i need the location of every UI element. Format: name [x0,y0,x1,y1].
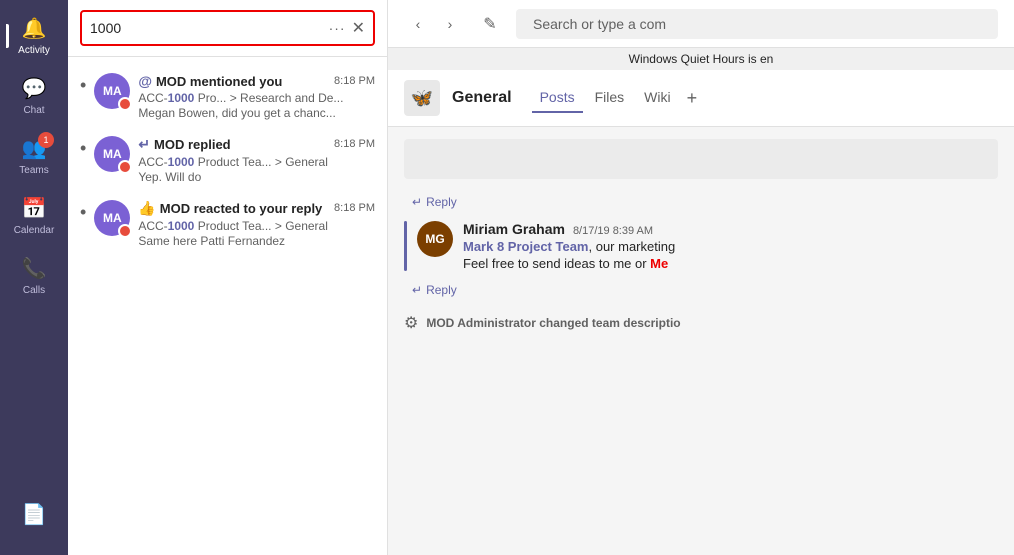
search-input[interactable] [90,20,323,36]
tab-posts[interactable]: Posts [532,83,583,113]
avatar-status-badge [118,97,132,111]
message-content: Miriam Graham 8/17/19 8:39 AM Mark 8 Pro… [463,221,998,271]
top-bar: ‹ › ✎ Search or type a com [388,0,1014,48]
more-options-icon[interactable]: ··· [329,20,346,36]
activity-title: ↵ MOD replied [138,136,230,153]
activity-header: 👍 MOD reacted to your reply 8:18 PM [138,200,375,217]
activity-preview: Same here Patti Fernandez [138,234,375,248]
forward-button[interactable]: › [436,10,464,38]
nav-bottom: 📄 [6,494,62,555]
nav-arrows: ‹ › [404,10,464,38]
files-icon: 📄 [22,502,47,527]
bullet-icon: • [80,75,86,96]
middle-panel: ··· ✕ • MA @ MOD mentioned you 8:18 PM [68,0,388,555]
list-item[interactable]: • MA @ MOD mentioned you 8:18 PM ACC-100… [68,65,387,128]
left-nav: 🔔 Activity 💬 Chat 👥 Teams 1 📅 Calendar 📞… [0,0,68,555]
close-icon[interactable]: ✕ [352,18,365,38]
bullet-icon: • [80,202,86,223]
sys-msg-text: MOD Administrator changed team descripti… [426,316,680,330]
activity-list: • MA @ MOD mentioned you 8:18 PM ACC-100… [68,57,387,555]
channel-header: 🦋 General Posts Files Wiki + [388,70,1014,127]
calls-icon: 📞 [22,256,47,281]
reply-button-2[interactable]: ↵ Reply [412,283,457,297]
bullet-icon: • [80,138,86,159]
activity-content: ↵ MOD replied 8:18 PM ACC-1000 Product T… [138,136,375,184]
chat-icon: 💬 [22,76,47,101]
calendar-label: Calendar [14,225,55,236]
avatar: MG [417,221,453,257]
activity-content: @ MOD mentioned you 8:18 PM ACC-1000 Pro… [138,73,375,120]
activity-header: ↵ MOD replied 8:18 PM [138,136,375,153]
sidebar-item-teams[interactable]: 👥 Teams 1 [6,128,62,184]
message-body: Mark 8 Project Team, our marketing [463,239,998,254]
avatar-status-badge [118,224,132,238]
thumbsup-icon: 👍 [138,200,155,217]
activity-header: @ MOD mentioned you 8:18 PM [138,73,375,89]
system-message: ⚙ MOD Administrator changed team descrip… [404,313,998,333]
message-row: MG Miriam Graham 8/17/19 8:39 AM Mark 8 … [404,221,998,271]
mention-text[interactable]: Mark 8 Project Team [463,239,588,254]
message-header: Miriam Graham 8/17/19 8:39 AM [463,221,998,237]
activity-sub: ACC-1000 Product Tea... > General [138,155,375,169]
tab-wiki[interactable]: Wiki [636,83,678,113]
teams-label: Teams [19,165,48,176]
avatar: MA [94,136,130,172]
calls-label: Calls [23,285,45,296]
activity-title: 👍 MOD reacted to your reply [138,200,322,217]
mention-icon: @ [138,73,152,89]
reply-icon: ↵ [138,136,150,153]
right-panel: ‹ › ✎ Search or type a com Windows Quiet… [388,0,1014,555]
notification-bar: Windows Quiet Hours is en [388,48,1014,70]
activity-preview: Yep. Will do [138,170,375,184]
reply-button-row-2: ↵ Reply [412,279,998,301]
message-body-2: Feel free to send ideas to me or Me [463,256,998,271]
activity-time: 8:18 PM [334,202,375,214]
notif-text: Windows Quiet Hours is en [629,52,774,66]
tab-files[interactable]: Files [587,83,633,113]
channel-name: General [452,89,512,107]
sidebar-item-files[interactable]: 📄 [6,494,62,535]
reply-button[interactable]: ↵ Reply [412,195,457,209]
channel-avatar: 🦋 [404,80,440,116]
sidebar-item-calendar[interactable]: 📅 Calendar [6,188,62,244]
calendar-icon: 📅 [22,196,47,221]
search-box[interactable]: ··· ✕ [80,10,375,46]
left-accent [404,221,407,271]
sidebar-item-calls[interactable]: 📞 Calls [6,248,62,304]
message-time: 8/17/19 8:39 AM [573,225,653,237]
search-placeholder-text: Search or type a com [533,16,666,32]
activity-content: 👍 MOD reacted to your reply 8:18 PM ACC-… [138,200,375,248]
reply-icon: ↵ [412,195,422,209]
compose-button[interactable]: ✎ [476,10,504,38]
activity-sub: ACC-1000 Pro... > Research and De... [138,91,375,105]
teams-badge: 1 [38,132,54,148]
sidebar-item-activity[interactable]: 🔔 Activity [6,8,62,64]
list-item[interactable]: • MA 👍 MOD reacted to your reply 8:18 PM… [68,192,387,256]
previous-message-placeholder [404,139,998,179]
sidebar-item-chat[interactable]: 💬 Chat [6,68,62,124]
add-tab-button[interactable]: + [683,84,702,113]
activity-sub: ACC-1000 Product Tea... > General [138,219,375,233]
avatar-status-badge [118,160,132,174]
activity-preview: Megan Bowen, did you get a chanc... [138,106,375,120]
activity-time: 8:18 PM [334,138,375,150]
search-area: ··· ✕ [68,0,387,57]
reply-icon-2: ↵ [412,283,422,297]
settings-icon: ⚙ [404,313,418,333]
chat-label: Chat [23,105,44,116]
activity-icon: 🔔 [22,16,47,41]
list-item[interactable]: • MA ↵ MOD replied 8:18 PM ACC-1000 Prod… [68,128,387,192]
activity-time: 8:18 PM [334,75,375,87]
back-button[interactable]: ‹ [404,10,432,38]
avatar: MA [94,200,130,236]
activity-label: Activity [18,45,50,56]
channel-tabs: Posts Files Wiki + [532,83,702,113]
activity-title: @ MOD mentioned you [138,73,282,89]
bold-red-text: Me [650,256,668,271]
reply-button-row: ↵ Reply [412,191,998,213]
top-search-bar[interactable]: Search or type a com [516,9,998,39]
avatar: MA [94,73,130,109]
messages-area: ↵ Reply MG Miriam Graham 8/17/19 8:39 AM… [388,127,1014,555]
message-sender: Miriam Graham [463,221,565,237]
